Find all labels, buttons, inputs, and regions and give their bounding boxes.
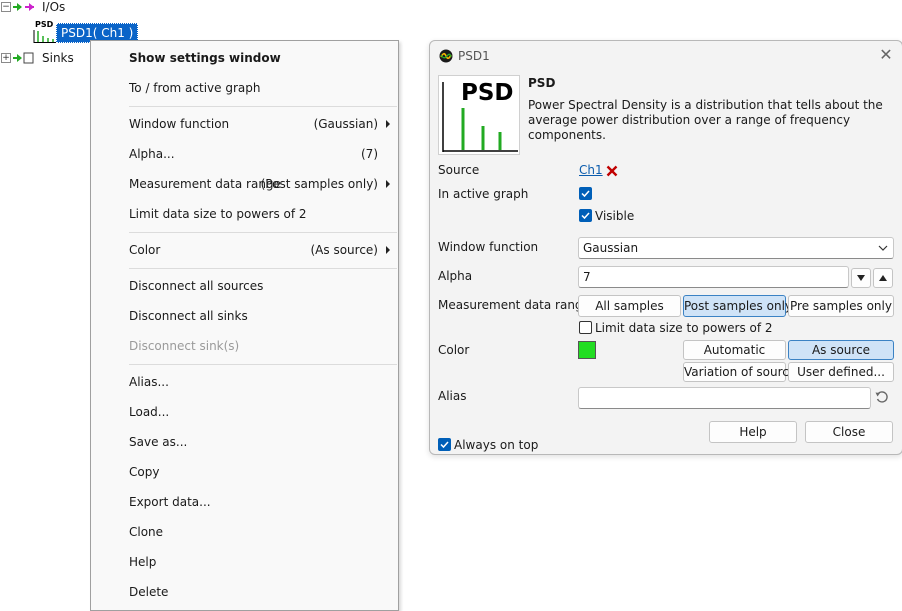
chevron-down-icon — [878, 245, 888, 251]
sinks-icon — [13, 52, 34, 64]
menu-to-from-graph[interactable]: To / from active graph — [91, 75, 398, 101]
limit-size-checkbox[interactable] — [579, 321, 592, 334]
menu-clone[interactable]: Clone — [91, 519, 398, 545]
color-variation-button[interactable]: Variation of source — [683, 362, 796, 382]
menu-separator — [129, 106, 397, 107]
svg-text:PSD: PSD — [461, 80, 514, 106]
menu-help[interactable]: Help — [91, 549, 398, 575]
submenu-arrow-icon — [386, 246, 390, 254]
menu-measurement-range[interactable]: Measurement data range (Post samples onl… — [91, 171, 398, 197]
dialog-heading: PSD — [528, 76, 556, 90]
menu-copy[interactable]: Copy — [91, 459, 398, 485]
menu-disconnect-sinks[interactable]: Disconnect all sinks — [91, 303, 398, 329]
tree-ios-label[interactable]: I/Os — [42, 0, 65, 14]
collapse-ios-icon[interactable]: − — [1, 2, 11, 12]
menu-disconnect-sink: Disconnect sink(s) — [129, 339, 240, 353]
menu-save-as[interactable]: Save as... — [91, 429, 398, 455]
menu-separator — [129, 232, 397, 233]
menu-alias[interactable]: Alias... — [91, 369, 398, 395]
remove-source-icon[interactable] — [606, 165, 618, 177]
color-as-source-button[interactable]: As source — [788, 340, 894, 360]
in-active-graph-checkbox[interactable] — [579, 187, 592, 200]
dialog-title: PSD1 — [458, 49, 490, 63]
color-label: Color — [438, 343, 470, 357]
always-on-top-label: Always on top — [454, 438, 539, 452]
window-function-label: Window function — [438, 240, 539, 254]
range-all-samples-button[interactable]: All samples — [578, 295, 681, 317]
alias-input[interactable] — [578, 387, 871, 409]
tree-sinks-label[interactable]: Sinks — [42, 51, 74, 65]
alpha-decrement-button[interactable] — [851, 268, 871, 288]
visible-label: Visible — [595, 209, 635, 223]
range-post-samples-button[interactable]: Post samples only — [683, 295, 792, 317]
alias-label: Alias — [438, 389, 467, 403]
source-label: Source — [438, 163, 480, 177]
color-swatch[interactable] — [578, 341, 596, 359]
alpha-increment-button[interactable] — [873, 268, 893, 288]
menu-show-settings[interactable]: Show settings window — [91, 45, 398, 71]
help-button[interactable]: Help — [709, 421, 797, 443]
always-on-top-checkbox[interactable] — [438, 438, 451, 451]
menu-alpha[interactable]: Alpha... (7) — [91, 141, 398, 167]
menu-window-function[interactable]: Window function (Gaussian) — [91, 111, 398, 137]
app-logo-icon — [439, 49, 453, 63]
expand-sinks-icon[interactable]: + — [1, 53, 11, 63]
psd-large-icon: PSD — [438, 75, 520, 155]
color-automatic-button[interactable]: Automatic — [683, 340, 786, 360]
measurement-range-label: Measurement data range — [438, 298, 590, 312]
menu-color[interactable]: Color (As source) — [91, 237, 398, 263]
close-button[interactable]: Close — [805, 421, 893, 443]
menu-disconnect-sources[interactable]: Disconnect all sources — [91, 273, 398, 299]
range-pre-samples-button[interactable]: Pre samples only — [788, 295, 894, 317]
menu-export-data[interactable]: Export data... — [91, 489, 398, 515]
triangle-up-icon — [879, 275, 887, 281]
psd-settings-dialog: PSD1 ✕ PSD PSD Power Spectral Density is… — [429, 40, 902, 455]
menu-load[interactable]: Load... — [91, 399, 398, 425]
source-link[interactable]: Ch1 — [579, 163, 603, 177]
psd-thumbnail-icon: PSD — [33, 19, 57, 43]
io-arrows-icon — [13, 3, 34, 11]
menu-limit-size[interactable]: Limit data size to powers of 2 — [91, 201, 398, 227]
reset-alias-icon[interactable] — [875, 390, 889, 404]
triangle-down-icon — [857, 275, 865, 281]
menu-delete[interactable]: Delete — [91, 579, 398, 605]
alpha-input[interactable]: 7 — [578, 266, 849, 288]
color-user-defined-button[interactable]: User defined... — [788, 362, 894, 382]
context-menu: Show settings window To / from active gr… — [90, 40, 399, 611]
close-icon[interactable]: ✕ — [878, 45, 894, 65]
dialog-description: Power Spectral Density is a distribution… — [528, 98, 883, 142]
visible-checkbox[interactable] — [579, 209, 592, 222]
limit-size-label: Limit data size to powers of 2 — [595, 321, 773, 335]
in-active-graph-label: In active graph — [438, 187, 529, 201]
submenu-arrow-icon — [386, 180, 390, 188]
svg-text:PSD: PSD — [35, 20, 54, 29]
alpha-label: Alpha — [438, 269, 473, 283]
menu-separator — [129, 268, 397, 269]
window-function-select[interactable]: Gaussian — [578, 237, 894, 259]
submenu-arrow-icon — [386, 120, 390, 128]
menu-separator — [129, 364, 397, 365]
